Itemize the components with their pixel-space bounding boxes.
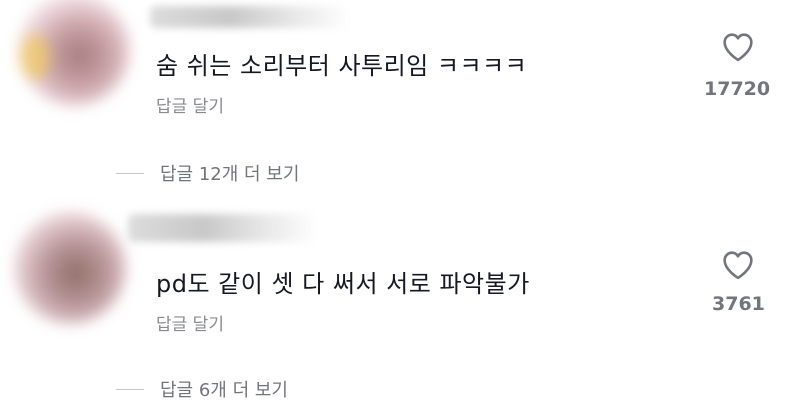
comment-text: pd도 같이 셋 다 써서 서로 파악불가 — [156, 270, 530, 298]
heart-icon[interactable] — [721, 250, 755, 280]
avatar[interactable] — [14, 212, 126, 324]
username-redacted[interactable] — [128, 214, 318, 242]
divider-line — [116, 388, 144, 390]
comment-item: pd도 같이 셋 다 써서 서로 파악불가 답글 달기 3761 답글 6개 더… — [0, 0, 800, 417]
reply-button[interactable]: 답글 달기 — [156, 310, 224, 335]
like-count: 3761 — [712, 293, 765, 315]
view-more-replies-label: 답글 6개 더 보기 — [160, 380, 288, 401]
view-more-replies-button[interactable]: 답글 6개 더 보기 — [116, 376, 288, 402]
